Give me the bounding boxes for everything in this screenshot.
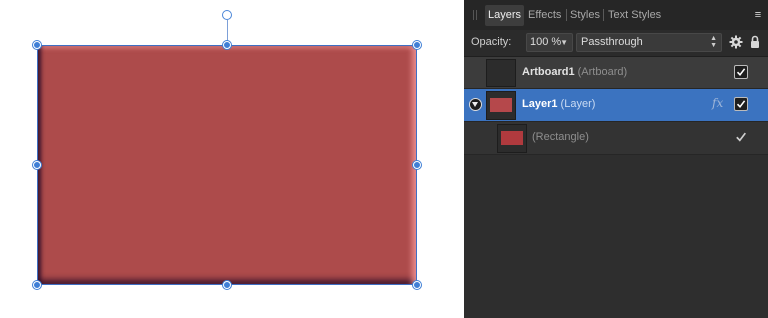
layer-label: (Rectangle)	[532, 122, 589, 152]
layer-name: Artboard1	[522, 66, 575, 78]
layer-label: Layer1 (Layer)	[522, 89, 595, 119]
checkmark-icon	[736, 68, 746, 77]
checkmark-icon	[736, 132, 746, 142]
layers-list-empty-area	[464, 155, 768, 318]
expand-toggle-icon[interactable]	[469, 98, 482, 111]
opacity-field[interactable]: 100 % ▼	[526, 33, 573, 52]
layer-name: Layer1	[522, 98, 558, 110]
tab-separator	[603, 9, 604, 21]
layer-thumbnail	[486, 91, 516, 120]
gear-icon[interactable]	[729, 35, 743, 49]
up-down-arrows-icon: ▲ ▼	[710, 35, 717, 49]
resize-handle-bottom-left[interactable]	[33, 281, 41, 289]
tab-text-styles[interactable]: Text Styles	[608, 5, 661, 26]
resize-handle-top-left[interactable]	[33, 41, 41, 49]
layer-thumbnail	[497, 124, 527, 153]
canvas[interactable]	[0, 0, 464, 318]
panel-grip-icon[interactable]	[473, 10, 478, 20]
layer-row-layer1[interactable]: Layer1 (Layer) fx	[464, 89, 768, 122]
layer-type: (Layer)	[560, 98, 596, 110]
layer-type: (Artboard)	[577, 66, 628, 78]
visibility-checkbox[interactable]	[734, 97, 748, 111]
rotation-handle[interactable]	[222, 10, 232, 20]
opacity-label: Opacity:	[471, 36, 512, 48]
resize-handle-left[interactable]	[33, 161, 41, 169]
layer-label: Artboard1 (Artboard)	[522, 57, 627, 87]
resize-handle-top[interactable]	[223, 41, 231, 49]
lock-icon[interactable]	[750, 35, 760, 49]
resize-handle-bottom-right[interactable]	[413, 281, 421, 289]
fx-icon[interactable]: fx	[712, 96, 723, 110]
resize-handle-top-right[interactable]	[413, 41, 421, 49]
tab-styles[interactable]: Styles	[570, 5, 600, 26]
layer-thumbnail	[486, 59, 516, 87]
resize-handle-right[interactable]	[413, 161, 421, 169]
tab-separator	[566, 9, 567, 21]
opacity-value: 100 %	[530, 36, 562, 48]
checkmark-icon	[736, 100, 746, 109]
layer-options-bar: Opacity: 100 % ▼ Passthrough ▲ ▼	[464, 30, 768, 57]
rectangle-shape[interactable]	[38, 45, 417, 285]
layer-type: (Rectangle)	[532, 131, 589, 143]
visibility-checkbox[interactable]	[734, 65, 748, 79]
panel-tab-bar: Layers Effects Styles Text Styles ≡	[464, 0, 768, 31]
tab-layers[interactable]: Layers	[485, 5, 525, 26]
layer-row-artboard[interactable]: Artboard1 (Artboard)	[464, 57, 768, 89]
layers-panel: Layers Effects Styles Text Styles ≡ Opac…	[464, 0, 768, 318]
tab-effects[interactable]: Effects	[528, 5, 561, 26]
resize-handle-bottom[interactable]	[223, 281, 231, 289]
visibility-checkbox[interactable]	[734, 130, 748, 144]
panel-menu-icon[interactable]: ≡	[752, 9, 764, 21]
blend-mode-select[interactable]: Passthrough ▲ ▼	[576, 33, 722, 52]
blend-mode-value: Passthrough	[581, 36, 643, 48]
chevron-down-icon[interactable]: ▼	[560, 34, 568, 51]
layer-row-rectangle[interactable]: (Rectangle)	[464, 122, 768, 155]
